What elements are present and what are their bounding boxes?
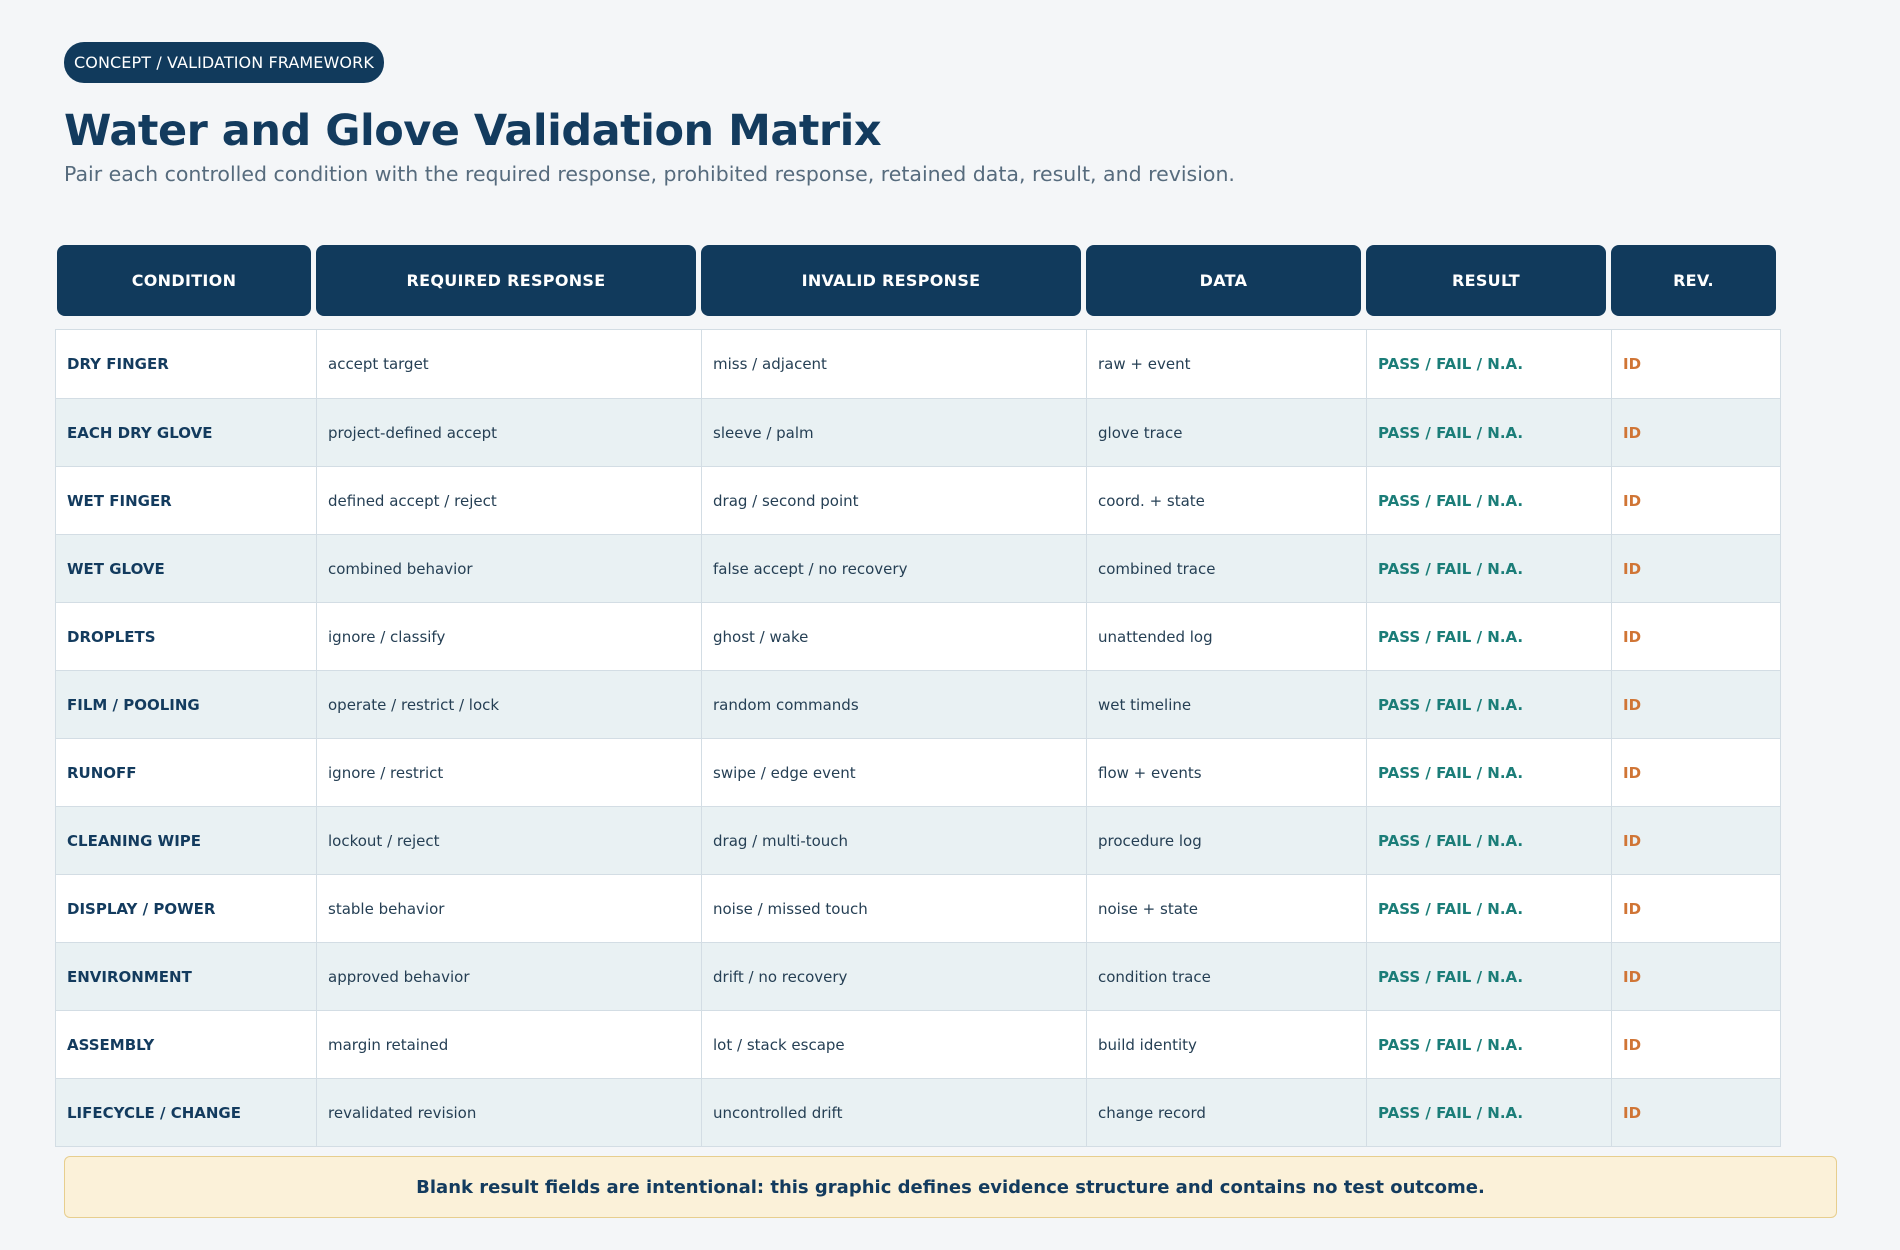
cell-data: coord. + state [1086,467,1366,534]
table-header: CONDITION REQUIRED RESPONSE INVALID RESP… [57,245,1776,316]
cell-data: raw + event [1086,330,1366,398]
header-revision: REV. [1611,245,1776,316]
cell-invalid-response: lot / stack escape [701,1011,1086,1078]
cell-required-response: ignore / classify [316,603,701,670]
cell-required-response: operate / restrict / lock [316,671,701,738]
cell-required-response: ignore / restrict [316,739,701,806]
cell-result: PASS / FAIL / N.A. [1366,467,1611,534]
cell-data: procedure log [1086,807,1366,874]
disclaimer-note: Blank result fields are intentional: thi… [64,1156,1837,1218]
table-row: DISPLAY / POWER stable behavior noise / mi… [56,874,1780,942]
cell-invalid-response: false accept / no recovery [701,535,1086,602]
cell-data: condition trace [1086,943,1366,1010]
cell-condition: DROPLETS [67,627,156,646]
table-row: LIFECYCLE / CHANGE revalidated revision un… [56,1078,1780,1146]
table-row: WET GLOVE combined behavior false accept /… [56,534,1780,602]
cell-data: wet timeline [1086,671,1366,738]
cell-data: change record [1086,1079,1366,1146]
cell-result: PASS / FAIL / N.A. [1366,943,1611,1010]
cell-data: unattended log [1086,603,1366,670]
cell-required-response: approved behavior [316,943,701,1010]
cell-required-response: combined behavior [316,535,701,602]
table-row: ASSEMBLY margin retained lot / stack escap… [56,1010,1780,1078]
cell-invalid-response: sleeve / palm [701,399,1086,466]
cell-condition: RUNOFF [67,763,137,782]
cell-invalid-response: drag / multi-touch [701,807,1086,874]
cell-required-response: lockout / reject [316,807,701,874]
cell-condition: EACH DRY GLOVE [67,423,213,442]
cell-required-response: revalidated revision [316,1079,701,1146]
cell-invalid-response: noise / missed touch [701,875,1086,942]
cell-invalid-response: swipe / edge event [701,739,1086,806]
cell-revision: ID [1611,467,1780,534]
cell-required-response: stable behavior [316,875,701,942]
cell-required-response: defined accept / reject [316,467,701,534]
cell-revision: ID [1611,603,1780,670]
cell-condition: WET GLOVE [67,559,165,578]
cell-condition: WET FINGER [67,491,172,510]
cell-result: PASS / FAIL / N.A. [1366,535,1611,602]
cell-result: PASS / FAIL / N.A. [1366,739,1611,806]
cell-condition: DRY FINGER [67,355,169,373]
cell-condition: ENVIRONMENT [67,967,192,986]
cell-data: combined trace [1086,535,1366,602]
table-row: DROPLETS ignore / classify ghost / wake una… [56,602,1780,670]
cell-condition: LIFECYCLE / CHANGE [67,1103,241,1122]
cell-revision: ID [1611,671,1780,738]
cell-result: PASS / FAIL / N.A. [1366,330,1611,398]
cell-result: PASS / FAIL / N.A. [1366,399,1611,466]
table-row: DRY FINGER accept target miss / adjacent ra… [56,330,1780,398]
cell-result: PASS / FAIL / N.A. [1366,1079,1611,1146]
category-badge: CONCEPT / VALIDATION FRAMEWORK [64,42,384,83]
cell-revision: ID [1611,330,1780,398]
cell-result: PASS / FAIL / N.A. [1366,1011,1611,1078]
cell-invalid-response: drift / no recovery [701,943,1086,1010]
cell-revision: ID [1611,875,1780,942]
table-row: WET FINGER defined accept / reject drag / … [56,466,1780,534]
cell-data: glove trace [1086,399,1366,466]
cell-invalid-response: miss / adjacent [701,330,1086,398]
cell-revision: ID [1611,807,1780,874]
cell-revision: ID [1611,1079,1780,1146]
cell-revision: ID [1611,535,1780,602]
header-condition: CONDITION [57,245,311,316]
cell-required-response: accept target [316,330,701,398]
header-required-response: REQUIRED RESPONSE [316,245,696,316]
cell-data: build identity [1086,1011,1366,1078]
cell-revision: ID [1611,943,1780,1010]
cell-revision: ID [1611,739,1780,806]
cell-required-response: margin retained [316,1011,701,1078]
cell-result: PASS / FAIL / N.A. [1366,603,1611,670]
cell-revision: ID [1611,1011,1780,1078]
cell-condition: ASSEMBLY [67,1035,155,1054]
cell-revision: ID [1611,399,1780,466]
cell-invalid-response: ghost / wake [701,603,1086,670]
table-row: RUNOFF ignore / restrict swipe / edge even… [56,738,1780,806]
header-data: DATA [1086,245,1361,316]
cell-result: PASS / FAIL / N.A. [1366,807,1611,874]
header-result: RESULT [1366,245,1606,316]
cell-result: PASS / FAIL / N.A. [1366,875,1611,942]
page-subtitle: Pair each controlled condition with the … [64,162,1235,186]
table-row: FILM / POOLING operate / restrict / lock r… [56,670,1780,738]
cell-result: PASS / FAIL / N.A. [1366,671,1611,738]
page-title: Water and Glove Validation Matrix [64,106,882,156]
header-invalid-response: INVALID RESPONSE [701,245,1081,316]
validation-matrix-table: DRY FINGER accept target miss / adjacent ra… [55,329,1781,1147]
cell-condition: FILM / POOLING [67,695,200,714]
table-row: CLEANING WIPE lockout / reject drag / mult… [56,806,1780,874]
cell-invalid-response: random commands [701,671,1086,738]
cell-required-response: project-defined accept [316,399,701,466]
cell-data: noise + state [1086,875,1366,942]
cell-condition: CLEANING WIPE [67,831,202,850]
page: CONCEPT / VALIDATION FRAMEWORK Water and… [0,0,1900,1250]
cell-data: flow + events [1086,739,1366,806]
cell-invalid-response: drag / second point [701,467,1086,534]
cell-condition: DISPLAY / POWER [67,899,216,918]
table-row: EACH DRY GLOVE project-defined accept slee… [56,398,1780,466]
cell-invalid-response: uncontrolled drift [701,1079,1086,1146]
table-row: ENVIRONMENT approved behavior drift / no r… [56,942,1780,1010]
